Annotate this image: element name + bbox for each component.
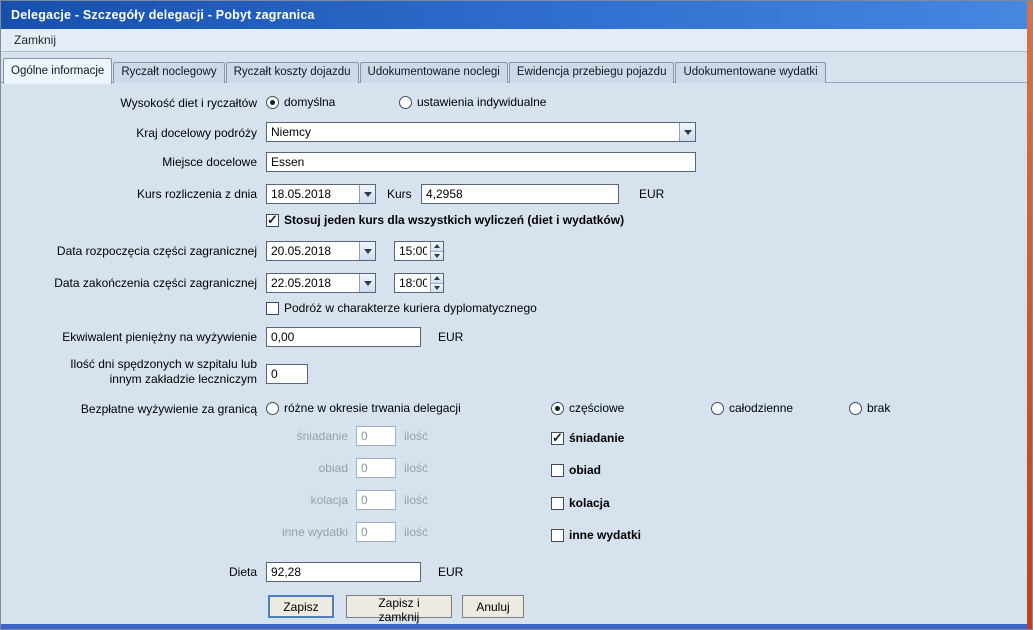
rate-currency-label: EUR — [639, 187, 664, 201]
radio-domyslna[interactable] — [266, 96, 279, 109]
radio-ustawienia-indywidualne[interactable] — [399, 96, 412, 109]
country-value: Niemcy — [271, 124, 677, 140]
tab-panel-ogolne-informacje: Wysokość diet i ryczałtów domyślna ustaw… — [1, 82, 1027, 624]
window-title: Delegacje - Szczegóły delegacji - Pobyt … — [11, 8, 315, 22]
save-and-close-button[interactable]: Zapisz i zamknij — [346, 595, 452, 618]
end-date-value: 22.05.2018 — [271, 275, 357, 291]
tab-strip: Ogólne informacje Ryczałt noclegowy Rycz… — [3, 55, 1027, 83]
meal-count-obiad-input[interactable] — [356, 458, 396, 478]
tab-ryczalt-koszty-dojazdu[interactable]: Ryczałt koszty dojazdu — [226, 62, 359, 83]
radio-czesciowe[interactable] — [551, 402, 564, 415]
radio-rozne-w-okresie-label[interactable]: różne w okresie trwania delegacji — [284, 401, 461, 415]
start-time-value: 15:00 — [399, 243, 427, 259]
end-date-select[interactable]: 22.05.2018 — [266, 273, 376, 293]
radio-czesciowe-label[interactable]: częściowe — [569, 401, 624, 415]
title-bar[interactable]: Delegacje - Szczegóły delegacji - Pobyt … — [1, 1, 1027, 29]
hospital-days-input[interactable] — [266, 364, 308, 384]
dialog-window: Delegacje - Szczegóły delegacji - Pobyt … — [0, 0, 1033, 630]
meal-checkbox-obiad[interactable] — [551, 464, 564, 477]
chevron-down-icon[interactable] — [359, 274, 375, 292]
meal-count-sniadanie-label: śniadanie — [231, 429, 348, 443]
chevron-down-icon[interactable] — [359, 185, 375, 203]
single-rate-checkbox[interactable] — [266, 214, 279, 227]
meal-checkbox-inne-wydatki[interactable] — [551, 529, 564, 542]
destination-input[interactable] — [266, 152, 696, 172]
spin-up-icon[interactable] — [431, 274, 443, 284]
end-time-value: 18:00 — [399, 275, 427, 291]
single-rate-checkbox-label[interactable]: Stosuj jeden kurs dla wszystkich wylicze… — [284, 213, 624, 227]
window-right-edge — [1027, 1, 1032, 629]
meal-count-kolacja-input[interactable] — [356, 490, 396, 510]
radio-domyslna-label[interactable]: domyślna — [284, 95, 335, 109]
rate-date-select[interactable]: 18.05.2018 — [266, 184, 376, 204]
country-select[interactable]: Niemcy — [266, 122, 696, 142]
spinner-buttons — [430, 242, 443, 260]
radio-calodzienne[interactable] — [711, 402, 724, 415]
hospital-label-line1: Ilość dni spędzonych w szpitalu lub — [9, 357, 257, 371]
kurs-label: Kurs — [387, 187, 412, 201]
start-time-stepper[interactable]: 15:00 — [394, 241, 444, 261]
meal-checkbox-inne-wydatki-label[interactable]: inne wydatki — [569, 528, 641, 542]
radio-rozne-w-okresie[interactable] — [266, 402, 279, 415]
end-time-stepper[interactable]: 18:00 — [394, 273, 444, 293]
radio-brak[interactable] — [849, 402, 862, 415]
meal-checkbox-sniadanie[interactable] — [551, 432, 564, 445]
courier-checkbox[interactable] — [266, 302, 279, 315]
meal-checkbox-kolacja[interactable] — [551, 497, 564, 510]
save-button[interactable]: Zapisz — [268, 595, 334, 618]
tab-ryczalt-noclegowy[interactable]: Ryczałt noclegowy — [113, 62, 224, 83]
free-meals-label: Bezpłatne wyżywienie za granicą — [9, 402, 257, 416]
kurs-input[interactable] — [421, 184, 619, 204]
hospital-label-line2: innym zakładzie leczniczym — [9, 372, 257, 386]
country-label: Kraj docelowy podróży — [9, 126, 257, 140]
tab-ewidencja-przebiegu-pojazdu[interactable]: Ewidencja przebiegu pojazdu — [509, 62, 675, 83]
end-date-label: Data zakończenia części zagranicznej — [9, 276, 257, 290]
start-date-value: 20.05.2018 — [271, 243, 357, 259]
spin-down-icon[interactable] — [431, 284, 443, 293]
meal-checkbox-kolacja-label[interactable]: kolacja — [569, 496, 610, 510]
meal-count-obiad-suffix: ilość — [404, 461, 428, 475]
dieta-currency-label: EUR — [438, 565, 463, 579]
meal-count-sniadanie-input[interactable] — [356, 426, 396, 446]
meal-count-kolacja-label: kolacja — [231, 493, 348, 507]
chevron-down-icon[interactable] — [679, 123, 695, 141]
start-date-select[interactable]: 20.05.2018 — [266, 241, 376, 261]
equivalent-input[interactable] — [266, 327, 421, 347]
meal-count-inne-wydatki-input[interactable] — [356, 522, 396, 542]
meal-count-sniadanie-suffix: ilość — [404, 429, 428, 443]
start-date-label: Data rozpoczęcia części zagranicznej — [9, 244, 257, 258]
meal-count-obiad-label: obiad — [231, 461, 348, 475]
equivalent-currency-label: EUR — [438, 330, 463, 344]
menu-bar: Zamknij — [1, 29, 1027, 52]
rate-date-value: 18.05.2018 — [271, 186, 357, 202]
rate-date-label: Kurs rozliczenia z dnia — [9, 187, 257, 201]
chevron-down-icon[interactable] — [359, 242, 375, 260]
spinner-buttons — [430, 274, 443, 292]
meal-count-inne-wydatki-suffix: ilość — [404, 525, 428, 539]
window-bottom-edge — [1, 624, 1027, 629]
radio-ustawienia-indywidualne-label[interactable]: ustawienia indywidualne — [417, 95, 546, 109]
equivalent-label: Ekwiwalent pieniężny na wyżywienie — [9, 330, 257, 344]
spin-up-icon[interactable] — [431, 242, 443, 252]
meal-checkbox-obiad-label[interactable]: obiad — [569, 463, 601, 477]
radio-calodzienne-label[interactable]: całodzienne — [729, 401, 793, 415]
meal-count-kolacja-suffix: ilość — [404, 493, 428, 507]
radio-brak-label[interactable]: brak — [867, 401, 890, 415]
meal-count-inne-wydatki-label: inne wydatki — [231, 525, 348, 539]
cancel-button[interactable]: Anuluj — [462, 595, 524, 618]
spin-down-icon[interactable] — [431, 252, 443, 261]
diet-level-label: Wysokość diet i ryczałtów — [9, 96, 257, 110]
tab-udokumentowane-wydatki[interactable]: Udokumentowane wydatki — [675, 62, 825, 83]
menu-item-zamknij[interactable]: Zamknij — [9, 31, 61, 49]
dieta-label: Dieta — [9, 565, 257, 579]
meal-checkbox-sniadanie-label[interactable]: śniadanie — [569, 431, 624, 445]
courier-checkbox-label[interactable]: Podróż w charakterze kuriera dyplomatycz… — [284, 301, 537, 315]
destination-label: Miejsce docelowe — [9, 155, 257, 169]
dieta-input[interactable] — [266, 562, 421, 582]
tab-ogolne-informacje[interactable]: Ogólne informacje — [3, 58, 112, 84]
tab-udokumentowane-noclegi[interactable]: Udokumentowane noclegi — [360, 62, 508, 83]
